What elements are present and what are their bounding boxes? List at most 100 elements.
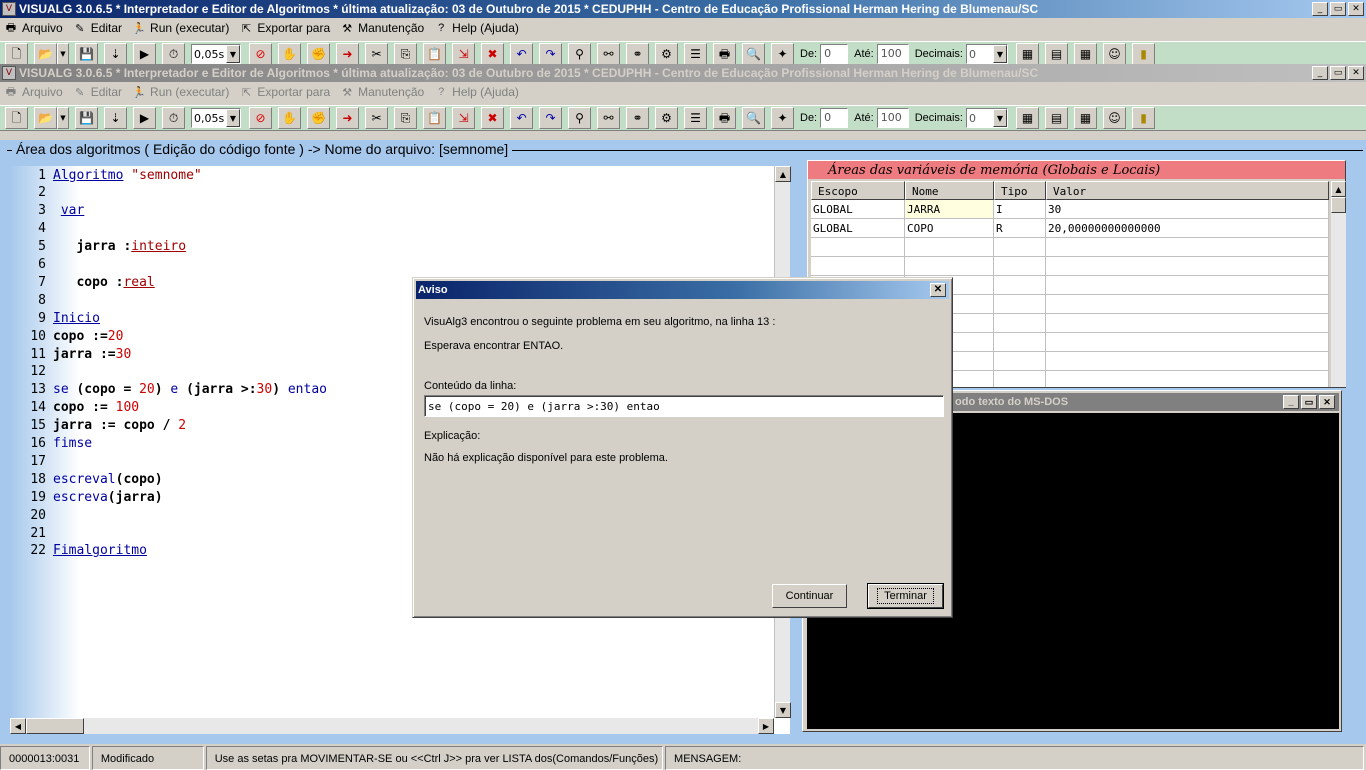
code-line[interactable]: 8	[10, 291, 53, 309]
code-line[interactable]: 18 escreval (copo)	[10, 470, 162, 488]
close-button[interactable]: ✕	[1348, 2, 1364, 16]
new-file-icon[interactable]: 🗋	[5, 107, 28, 129]
code-line[interactable]: 13 se (copo = 20) e (jarra >: 30) entao	[10, 381, 327, 399]
stop-icon[interactable]: ⊘	[249, 107, 272, 129]
find-next-icon[interactable]: ⚯	[597, 107, 620, 129]
calculator-icon[interactable]: ▤	[1045, 43, 1068, 65]
column-nome[interactable]: Nome	[905, 181, 994, 200]
column-escopo[interactable]: Escopo	[811, 181, 905, 200]
de-input[interactable]: 0	[820, 108, 849, 128]
copy-icon[interactable]: ⎘	[394, 43, 417, 65]
scroll-down-icon[interactable]: ▼	[775, 702, 791, 718]
zoom-icon[interactable]: 🔍	[742, 107, 765, 129]
undo-icon[interactable]: ↶	[510, 107, 533, 129]
close-button[interactable]: ✕	[1319, 395, 1335, 409]
menu-exportar[interactable]: ⇱ Exportar para	[235, 85, 336, 99]
code-line[interactable]: 15 jarra := copo / 2	[10, 417, 186, 435]
code-line[interactable]: 12	[10, 363, 53, 381]
terminate-button[interactable]: Terminar	[867, 583, 944, 609]
calendar-icon[interactable]: ▦	[1074, 43, 1097, 65]
run-icon[interactable]: ▶	[133, 107, 156, 129]
menu-editar[interactable]: ✎ Editar	[69, 21, 128, 35]
minimize-button[interactable]: _	[1312, 66, 1328, 80]
close-icon[interactable]: ✕	[930, 283, 946, 297]
editor-horizontal-scrollbar[interactable]: ◀ ▶	[10, 718, 774, 734]
minimize-button[interactable]: _	[1312, 2, 1328, 16]
dialog-title-bar[interactable]: Aviso ✕	[416, 281, 949, 299]
run-icon[interactable]: ▶	[133, 43, 156, 65]
code-line[interactable]: 14 copo := 100	[10, 399, 139, 417]
run-step-icon[interactable]: ⇣	[104, 107, 127, 129]
code-line[interactable]: 1 Algoritmo "semnome"	[10, 166, 202, 184]
scroll-left-icon[interactable]: ◀	[10, 718, 26, 734]
scroll-right-icon[interactable]: ▶	[758, 718, 774, 734]
decimais-select[interactable]: 0 ▼	[966, 108, 1008, 128]
open-file-icon[interactable]: 📂	[34, 43, 57, 65]
code-line[interactable]: 5 jarra : inteiro	[10, 238, 186, 256]
exit-icon[interactable]: ▮	[1132, 43, 1155, 65]
scroll-up-icon[interactable]: ▲	[775, 166, 791, 182]
goto-icon[interactable]: ➜	[336, 107, 359, 129]
zoom-icon[interactable]: 🔍	[742, 43, 765, 65]
timer-icon[interactable]: ⏱	[162, 107, 185, 129]
cut-icon[interactable]: ✂	[365, 107, 388, 129]
breakpoint-icon[interactable]: ✊	[307, 107, 330, 129]
ate-input[interactable]: 100	[876, 108, 909, 128]
menu-arquivo[interactable]: 🖶 Arquivo	[0, 85, 69, 99]
calc-icon[interactable]: ▦	[1016, 43, 1039, 65]
menu-arquivo[interactable]: 🖶 Arquivo	[0, 21, 69, 35]
table-row[interactable]: GLOBAL JARRA I 30	[811, 200, 1329, 219]
code-line[interactable]: 4	[10, 220, 53, 238]
replace-icon[interactable]: ⚭	[626, 43, 649, 65]
menu-editar[interactable]: ✎ Editar	[69, 85, 128, 99]
export-icon[interactable]: ⇲	[452, 107, 475, 129]
timer-icon[interactable]: ⏱	[162, 43, 185, 65]
chevron-down-icon[interactable]: ▼	[226, 45, 240, 63]
hand-icon[interactable]: ✋	[278, 43, 301, 65]
code-line[interactable]: 6	[10, 256, 53, 274]
open-dropdown-icon[interactable]: ▼	[57, 43, 69, 65]
indent-icon[interactable]: ☰	[684, 43, 707, 65]
indent-icon[interactable]: ☰	[684, 107, 707, 129]
redo-icon[interactable]: ↷	[539, 107, 562, 129]
scroll-thumb[interactable]	[26, 718, 84, 734]
code-line[interactable]: 20	[10, 506, 53, 524]
speed-select[interactable]: 0,05s ▼	[191, 108, 241, 128]
code-line[interactable]: 2	[10, 184, 53, 202]
open-file-icon[interactable]: 📂	[34, 107, 57, 129]
print-icon[interactable]: 🖶	[713, 43, 736, 65]
export-icon[interactable]: ⇲	[452, 43, 475, 65]
restore-button[interactable]: ▭	[1330, 66, 1346, 80]
undo-icon[interactable]: ↶	[510, 43, 533, 65]
code-line[interactable]: 22 Fimalgoritmo	[10, 542, 147, 560]
save-icon[interactable]: 💾	[75, 107, 98, 129]
decimais-select[interactable]: 0 ▼	[966, 44, 1008, 64]
close-button[interactable]: ✕	[1348, 66, 1364, 80]
continue-button[interactable]: Continuar	[772, 584, 847, 608]
debug-icon[interactable]: ⚙	[655, 43, 678, 65]
code-line[interactable]: 10 copo := 20	[10, 327, 123, 345]
user-icon[interactable]: ☺	[1103, 107, 1126, 129]
cut-icon[interactable]: ✂	[365, 43, 388, 65]
calculator-icon[interactable]: ▤	[1045, 107, 1068, 129]
menu-exportar[interactable]: ⇱ Exportar para	[235, 21, 336, 35]
main-title-bar[interactable]: V VISUALG 3.0.6.5 * Interpretador e Edit…	[0, 0, 1366, 18]
restore-button[interactable]: ▭	[1330, 2, 1346, 16]
chevron-down-icon[interactable]: ▼	[226, 109, 240, 127]
menu-manutencao[interactable]: ⚒ Manutenção	[336, 85, 430, 99]
delete-icon[interactable]: ✖	[481, 107, 504, 129]
menu-run[interactable]: 🏃 Run (executar)	[128, 85, 235, 99]
inner-title-bar[interactable]: V VISUALG 3.0.6.5 * Interpretador e Edit…	[0, 64, 1366, 82]
magic-wand-icon[interactable]: ✦	[771, 43, 794, 65]
ate-input[interactable]: 100	[876, 44, 909, 64]
paste-icon[interactable]: 📋	[423, 43, 446, 65]
chevron-down-icon[interactable]: ▼	[993, 45, 1007, 63]
find-icon[interactable]: ⚲	[568, 43, 591, 65]
chevron-down-icon[interactable]: ▼	[993, 109, 1007, 127]
breakpoint-icon[interactable]: ✊	[307, 43, 330, 65]
menu-run[interactable]: 🏃 Run (executar)	[128, 21, 235, 35]
table-row[interactable]: GLOBAL COPO R 20,00000000000000	[811, 219, 1329, 238]
code-line[interactable]: 17	[10, 452, 53, 470]
debug-icon[interactable]: ⚙	[655, 107, 678, 129]
find-icon[interactable]: ⚲	[568, 107, 591, 129]
